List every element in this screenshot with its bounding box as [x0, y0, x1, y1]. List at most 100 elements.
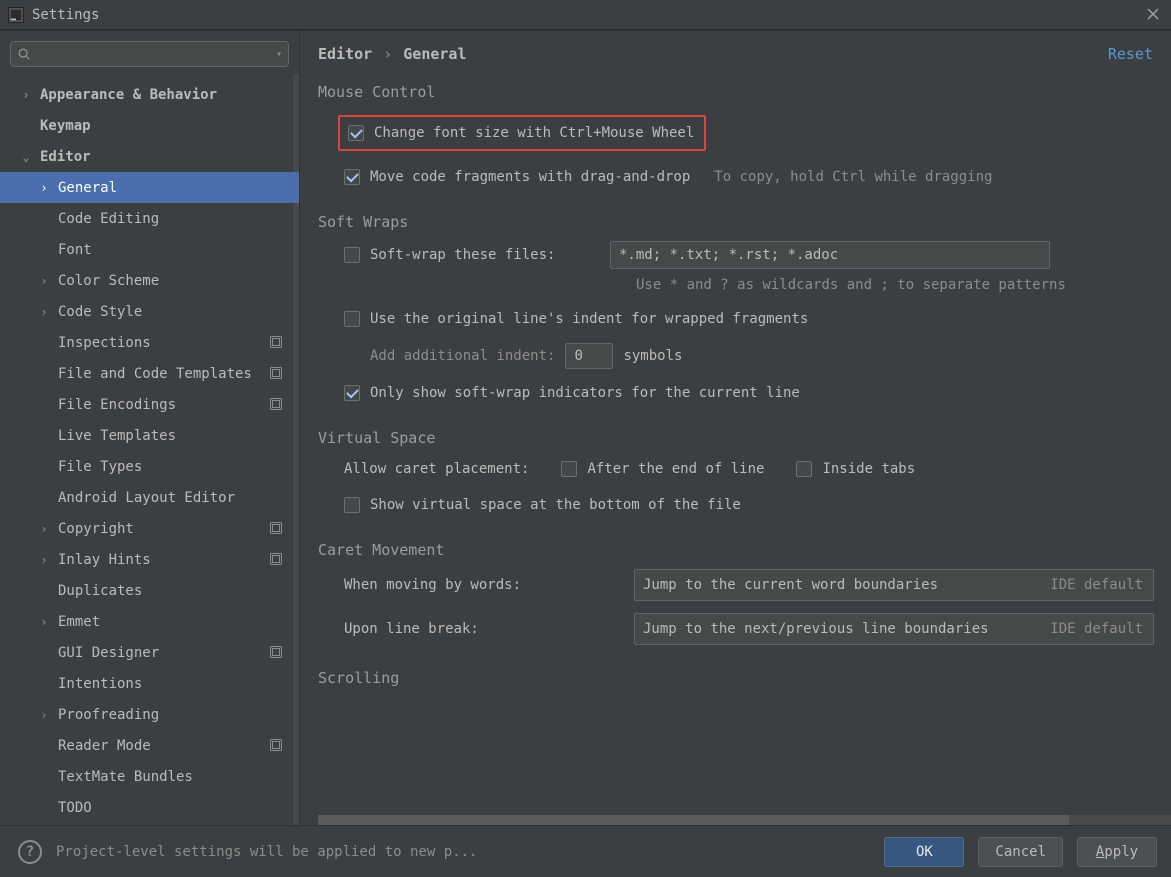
chevron-right-icon[interactable]: ›	[38, 708, 50, 722]
change-font-size-checkbox[interactable]	[348, 125, 364, 141]
sidebar-item-label: Duplicates	[58, 583, 142, 599]
sidebar-item-label: Reader Mode	[58, 738, 151, 754]
sidebar-item-color-scheme[interactable]: ›Color Scheme	[0, 265, 299, 296]
inside-tabs-checkbox[interactable]	[796, 461, 812, 477]
chevron-right-icon[interactable]: ›	[38, 181, 50, 195]
show-virtual-space-label[interactable]: Show virtual space at the bottom of the …	[370, 497, 741, 513]
sidebar-item-textmate-bundles[interactable]: TextMate Bundles	[0, 761, 299, 792]
sidebar-item-inlay-hints[interactable]: ›Inlay Hints	[0, 544, 299, 575]
cancel-button[interactable]: Cancel	[978, 837, 1063, 867]
sidebar-item-proofreading[interactable]: › Proofreading	[0, 699, 299, 730]
sidebar-item-duplicates[interactable]: Duplicates	[0, 575, 299, 606]
sidebar-item-label: File Types	[58, 459, 142, 475]
add-indent-label: Add additional indent:	[370, 348, 555, 364]
sidebar-item-file-types[interactable]: File Types	[0, 451, 299, 482]
sidebar-item-label: File Encodings	[58, 397, 176, 413]
sidebar-item-file-and-code-templates[interactable]: File and Code Templates	[0, 358, 299, 389]
help-icon[interactable]: ?	[18, 840, 42, 864]
search-input[interactable]: ▾	[10, 41, 289, 67]
sidebar-item-label: Inspections	[58, 335, 151, 351]
after-eol-checkbox[interactable]	[561, 461, 577, 477]
original-indent-checkbox[interactable]	[344, 311, 360, 327]
sidebar-item-code-style[interactable]: ›Code Style	[0, 296, 299, 327]
sidebar-item-gui-designer[interactable]: GUI Designer	[0, 637, 299, 668]
after-eol-label[interactable]: After the end of line	[587, 461, 764, 477]
change-font-size-label[interactable]: Change font size with Ctrl+Mouse Wheel	[374, 125, 694, 141]
search-field[interactable]	[35, 47, 272, 62]
close-icon[interactable]	[1145, 6, 1161, 22]
line-break-select[interactable]: Jump to the next/previous line boundarie…	[634, 613, 1154, 645]
add-indent-suffix: symbols	[623, 348, 682, 364]
sidebar-item-copyright[interactable]: › Copyright	[0, 513, 299, 544]
sidebar-item-todo[interactable]: TODO	[0, 792, 299, 823]
move-fragments-hint: To copy, hold Ctrl while dragging	[714, 169, 992, 185]
ok-button[interactable]: OK	[884, 837, 964, 867]
chevron-right-icon[interactable]: ›	[38, 553, 50, 567]
horizontal-scroll-thumb[interactable]	[318, 815, 1069, 825]
chevron-right-icon[interactable]: ›	[38, 305, 50, 319]
sidebar-item-label: Live Templates	[58, 428, 176, 444]
line-break-meta: IDE default	[1030, 621, 1143, 637]
chevron-right-icon[interactable]: ›	[20, 88, 32, 102]
allow-caret-label: Allow caret placement:	[344, 461, 529, 477]
window-title: Settings	[32, 7, 99, 23]
original-indent-label[interactable]: Use the original line's indent for wrapp…	[370, 311, 808, 327]
reset-link[interactable]: Reset	[1108, 45, 1153, 63]
sidebar-item-label: Appearance & Behavior	[40, 87, 217, 103]
settings-tree: › Appearance & Behavior Keymap ⌄Editor › Gene…	[0, 75, 299, 825]
project-scope-icon	[269, 521, 283, 535]
sidebar-item-emmet[interactable]: ›Emmet	[0, 606, 299, 637]
sidebar-item-appearance-behavior[interactable]: › Appearance & Behavior	[0, 79, 299, 110]
show-virtual-space-checkbox[interactable]	[344, 497, 360, 513]
project-scope-icon	[269, 366, 283, 380]
chevron-down-icon[interactable]: ⌄	[20, 150, 32, 164]
by-words-meta: IDE default	[1030, 577, 1143, 593]
project-scope-icon	[269, 335, 283, 349]
sidebar-item-label: Keymap	[40, 118, 91, 134]
chevron-right-icon[interactable]: ›	[38, 274, 50, 288]
sidebar-item-label: Copyright	[58, 521, 134, 537]
chevron-right-icon[interactable]: ›	[38, 615, 50, 629]
sidebar-item-intentions[interactable]: Intentions	[0, 668, 299, 699]
move-fragments-label[interactable]: Move code fragments with drag-and-drop	[370, 169, 690, 185]
highlighted-option: Change font size with Ctrl+Mouse Wheel	[338, 115, 706, 151]
breadcrumb-part-editor[interactable]: Editor	[318, 45, 372, 63]
sidebar-item-android-layout-editor[interactable]: Android Layout Editor	[0, 482, 299, 513]
sidebar-item-keymap[interactable]: Keymap	[0, 110, 299, 141]
sidebar-item-file-encodings[interactable]: File Encodings	[0, 389, 299, 420]
apply-button[interactable]: Apply	[1077, 837, 1157, 867]
horizontal-scrollbar[interactable]	[318, 815, 1171, 825]
only-show-indicators-checkbox[interactable]	[344, 385, 360, 401]
sidebar-item-label: Font	[58, 242, 92, 258]
only-show-indicators-label[interactable]: Only show soft-wrap indicators for the c…	[370, 385, 800, 401]
line-break-label: Upon line break:	[344, 621, 624, 637]
sidebar-item-label: Proofreading	[58, 707, 159, 723]
breadcrumb-sep-icon: ›	[383, 45, 392, 63]
softwrap-files-input[interactable]	[610, 241, 1050, 269]
softwrap-files-checkbox[interactable]	[344, 247, 360, 263]
footer-message: Project-level settings will be applied t…	[56, 844, 870, 860]
sidebar-item-editor[interactable]: ⌄Editor	[0, 141, 299, 172]
softwrap-wildcard-hint: Use * and ? as wildcards and ; to separa…	[318, 277, 1171, 293]
app-icon	[8, 7, 24, 23]
sidebar-item-label: Android Layout Editor	[58, 490, 235, 506]
sidebar-item-font[interactable]: Font	[0, 234, 299, 265]
sidebar-item-code-editing[interactable]: Code Editing	[0, 203, 299, 234]
titlebar: Settings	[0, 0, 1171, 30]
sidebar-item-label: General	[58, 180, 117, 196]
chevron-down-icon[interactable]: ▾	[276, 49, 282, 60]
add-indent-input[interactable]	[565, 343, 613, 369]
chevron-right-icon[interactable]: ›	[38, 522, 50, 536]
sidebar-item-live-templates[interactable]: Live Templates	[0, 420, 299, 451]
panel-body: Mouse Control Change font size with Ctrl…	[300, 75, 1171, 825]
sidebar-item-general[interactable]: › General	[0, 172, 299, 203]
sidebar-item-inspections[interactable]: Inspections	[0, 327, 299, 358]
sidebar-item-reader-mode[interactable]: Reader Mode	[0, 730, 299, 761]
inside-tabs-label[interactable]: Inside tabs	[822, 461, 915, 477]
section-soft-wraps: Soft Wraps	[318, 213, 1171, 231]
line-break-value: Jump to the next/previous line boundarie…	[643, 621, 989, 637]
move-fragments-checkbox[interactable]	[344, 169, 360, 185]
by-words-select[interactable]: Jump to the current word boundaries IDE …	[634, 569, 1154, 601]
softwrap-files-label[interactable]: Soft-wrap these files:	[370, 247, 600, 263]
breadcrumb-part-general: General	[403, 45, 466, 63]
